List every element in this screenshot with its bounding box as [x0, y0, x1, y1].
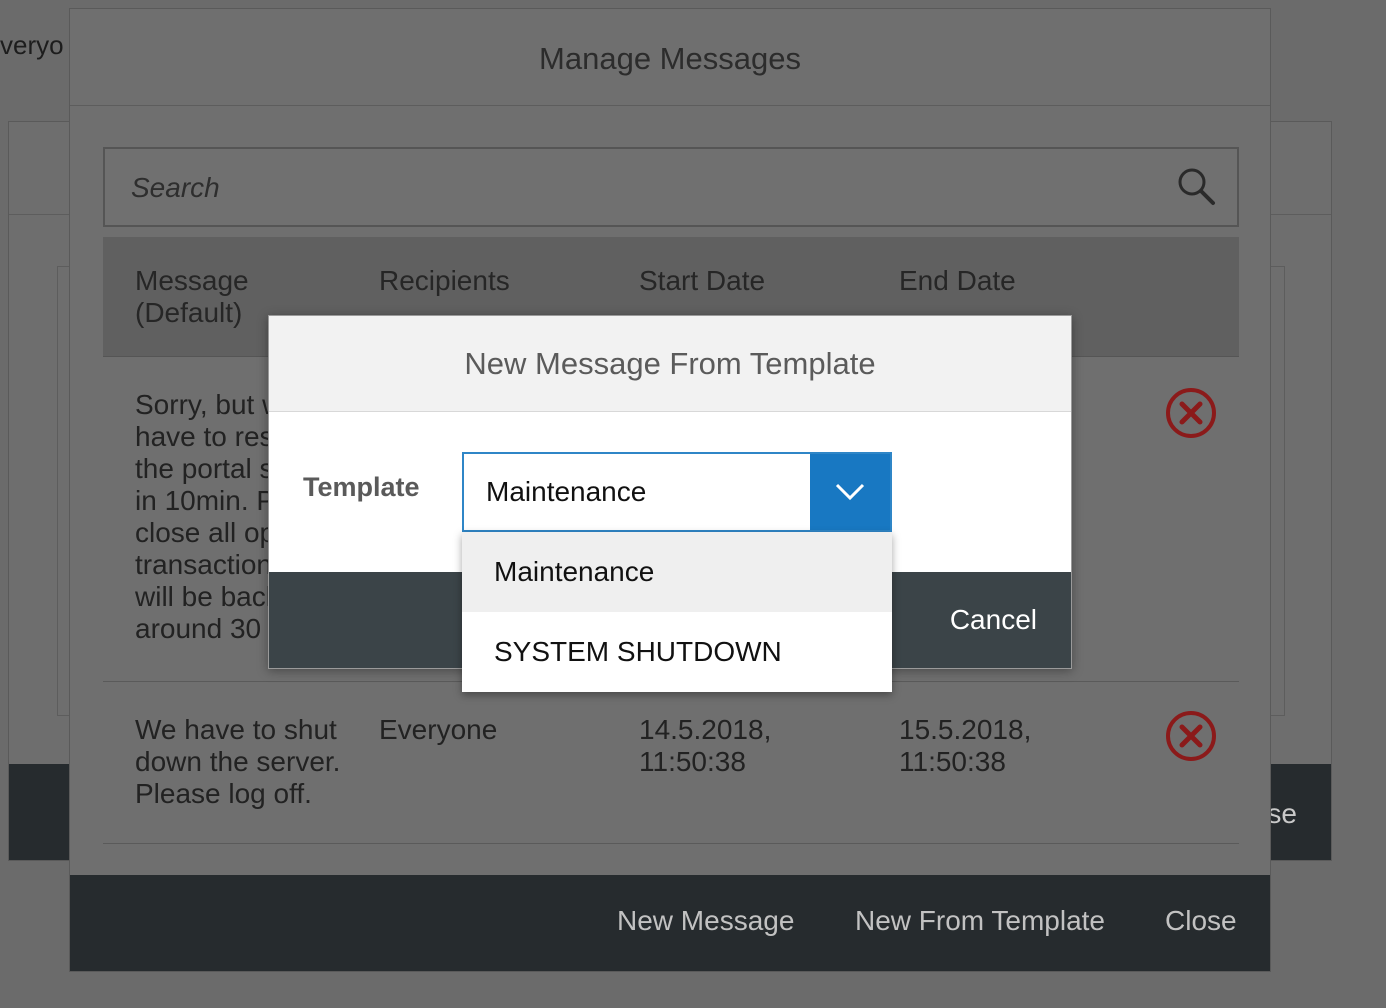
table-row[interactable]: We have to shut down the server. Please … — [103, 682, 1239, 844]
background-close-button: se — [1267, 798, 1297, 829]
dialog-footer: New Message New From Template Close — [70, 875, 1270, 971]
dropdown-toggle-button[interactable] — [810, 454, 890, 530]
dropdown-option-maintenance[interactable]: Maintenance — [462, 532, 892, 612]
search-input[interactable] — [129, 149, 1133, 227]
close-button[interactable]: Close — [1165, 905, 1237, 937]
background-partial-text: veryo — [0, 30, 64, 60]
template-dialog-header: New Message From Template — [269, 316, 1071, 412]
search-field[interactable] — [103, 147, 1239, 227]
new-message-button[interactable]: New Message — [617, 905, 794, 937]
delete-icon[interactable] — [1165, 710, 1217, 762]
chevron-down-icon — [835, 483, 865, 501]
recipients-cell: Everyone — [379, 714, 498, 745]
column-header-end-date[interactable]: End Date — [899, 265, 1016, 297]
dialog-title: Manage Messages — [539, 41, 801, 76]
template-select[interactable]: Maintenance — [462, 452, 892, 532]
new-from-template-button[interactable]: New From Template — [855, 905, 1105, 937]
column-header-start-date[interactable]: Start Date — [639, 265, 765, 297]
start-date-cell: 14.5.2018, 11:50:38 — [639, 714, 772, 777]
message-cell: We have to shut down the server. Please … — [135, 714, 341, 809]
template-dialog-title: New Message From Template — [464, 345, 876, 381]
delete-icon[interactable] — [1165, 387, 1217, 439]
template-dropdown-list: Maintenance SYSTEM SHUTDOWN — [462, 532, 892, 692]
column-header-recipients[interactable]: Recipients — [379, 265, 510, 297]
cancel-button[interactable]: Cancel — [950, 604, 1037, 636]
search-icon[interactable] — [1175, 165, 1219, 209]
dropdown-option-system-shutdown[interactable]: SYSTEM SHUTDOWN — [462, 612, 892, 692]
column-header-message[interactable]: Message (Default) — [135, 265, 249, 329]
dialog-header: Manage Messages — [70, 9, 1270, 106]
end-date-cell: 15.5.2018, 11:50:38 — [899, 714, 1032, 777]
template-label: Template — [303, 472, 420, 502]
template-select-value: Maintenance — [486, 476, 647, 507]
